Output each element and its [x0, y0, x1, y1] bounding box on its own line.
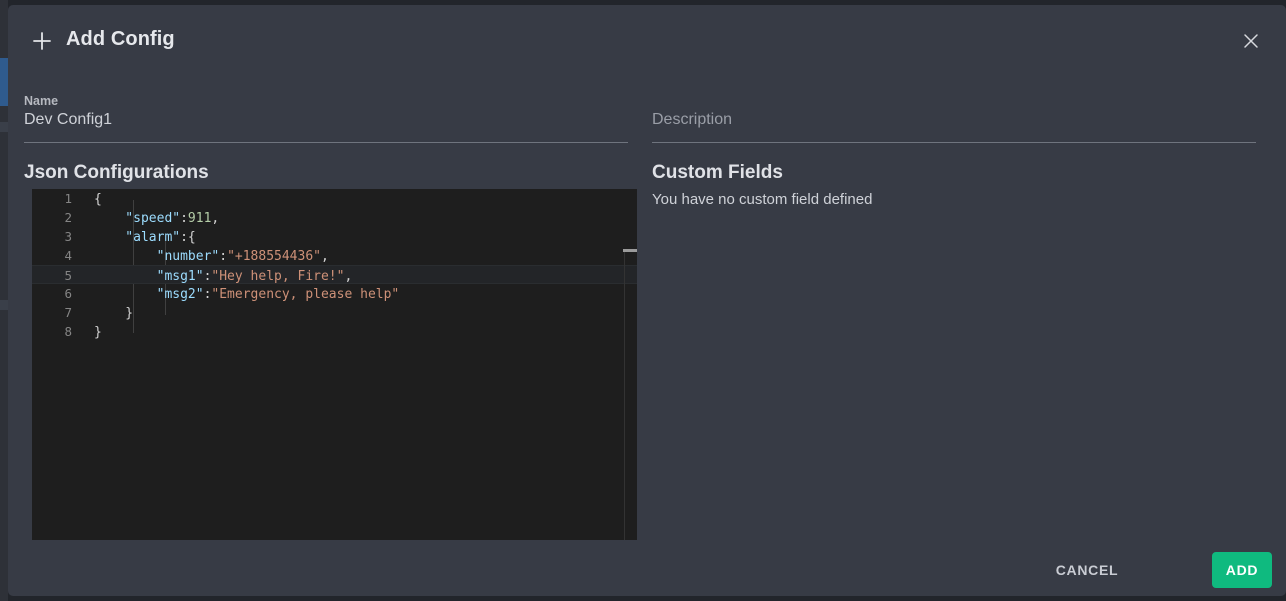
- sidebar-item-1[interactable]: [0, 122, 8, 132]
- code-token: "Emergency, please help": [211, 287, 400, 302]
- code-token: ,: [211, 211, 220, 226]
- dialog-footer: CANCEL ADD: [8, 544, 1286, 596]
- sidebar-active-indicator: [0, 58, 8, 106]
- code-token: "speed": [94, 211, 181, 226]
- code-line[interactable]: 3 "alarm":{: [32, 227, 637, 246]
- line-number: 3: [64, 229, 72, 244]
- app-root: Add Config Name Json Configurations: [0, 0, 1286, 601]
- code-token: 911: [187, 211, 212, 226]
- code-line[interactable]: 1{: [32, 189, 637, 208]
- custom-fields-empty-message: You have no custom field defined: [652, 191, 873, 208]
- code-text: "number":"+188554436",: [94, 249, 329, 264]
- add-button[interactable]: ADD: [1212, 552, 1272, 588]
- description-field-group: Description: [652, 85, 1256, 143]
- code-token: "msg2": [94, 287, 204, 302]
- json-editor[interactable]: 1{2 "speed":911, 3 "alarm":{4 "number":"+…: [32, 189, 637, 540]
- dialog-body: Name Json Configurations 1{2 "speed":911…: [8, 77, 1286, 544]
- name-underline: [24, 142, 628, 143]
- dialog-title: Add Config: [66, 28, 175, 50]
- name-field-group: Name: [24, 85, 628, 143]
- code-token: :: [180, 211, 188, 226]
- code-token: "+188554436": [227, 249, 321, 264]
- code-token: :: [219, 249, 228, 264]
- editor-scrollbar-marker: [623, 249, 637, 252]
- name-label: Name: [24, 94, 59, 108]
- editor-content[interactable]: 1{2 "speed":911, 3 "alarm":{4 "number":"+…: [32, 189, 637, 540]
- code-token: }: [94, 306, 134, 321]
- line-number: 7: [64, 305, 72, 320]
- line-number: 2: [64, 210, 72, 225]
- name-input[interactable]: [24, 111, 628, 129]
- dialog-header: Add Config: [8, 5, 1286, 77]
- line-number: 1: [64, 191, 72, 206]
- code-token: ,: [344, 269, 353, 284]
- right-column: Description Custom Fields You have no cu…: [652, 77, 1270, 544]
- code-text: "speed":911,: [94, 211, 219, 226]
- editor-scrollbar-thumb[interactable]: [623, 189, 637, 249]
- description-input[interactable]: [652, 111, 1256, 129]
- plus-icon: [28, 27, 56, 55]
- code-line[interactable]: 5 "msg1":"Hey help, Fire!",: [32, 265, 637, 284]
- code-line[interactable]: 6 "msg2":"Emergency, please help": [32, 284, 637, 303]
- code-text: "alarm":{: [94, 230, 196, 245]
- code-line[interactable]: 7 }: [32, 303, 637, 322]
- code-text: {: [94, 192, 102, 207]
- code-token: "Hey help, Fire!": [211, 269, 345, 284]
- code-line[interactable]: 4 "number":"+188554436",: [32, 246, 637, 265]
- sidebar-item-2[interactable]: [0, 300, 8, 310]
- description-underline: [652, 142, 1256, 143]
- code-line[interactable]: 2 "speed":911,: [32, 208, 637, 227]
- line-number: 6: [64, 286, 72, 301]
- custom-fields-heading: Custom Fields: [652, 162, 783, 183]
- code-line[interactable]: 8}: [32, 322, 637, 341]
- code-token: :{: [180, 230, 196, 245]
- code-token: ,: [320, 249, 329, 264]
- line-number: 5: [64, 268, 72, 283]
- json-configurations-heading: Json Configurations: [24, 162, 209, 183]
- line-number: 4: [64, 248, 72, 263]
- code-token: "number": [94, 249, 220, 264]
- line-number: 8: [64, 324, 72, 339]
- code-text: "msg2":"Emergency, please help": [94, 287, 400, 302]
- add-config-dialog: Add Config Name Json Configurations: [8, 5, 1286, 596]
- code-token: "alarm": [94, 230, 181, 245]
- code-token: }: [94, 325, 102, 340]
- code-text: "msg1":"Hey help, Fire!",: [94, 269, 353, 284]
- cancel-button[interactable]: CANCEL: [1045, 552, 1129, 588]
- left-column: Name Json Configurations 1{2 "speed":911…: [24, 77, 644, 544]
- app-sidebar: [0, 0, 8, 601]
- code-text: }: [94, 325, 102, 340]
- close-icon[interactable]: [1238, 28, 1264, 54]
- code-token: {: [94, 192, 102, 207]
- editor-scrollbar[interactable]: [623, 189, 637, 540]
- code-token: "msg1": [94, 269, 204, 284]
- code-text: }: [94, 306, 133, 321]
